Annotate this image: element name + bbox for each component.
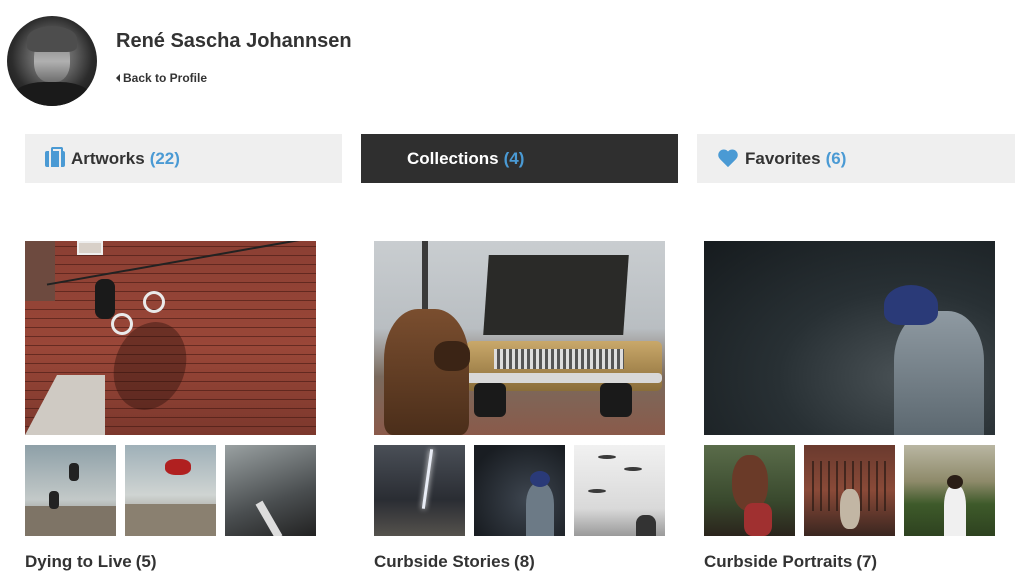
collection-card: Curbside Stories (8) [374, 241, 665, 572]
collection-thumbnail[interactable] [374, 445, 465, 536]
tab-artworks-label: Artworks [71, 148, 145, 168]
collection-title-link[interactable]: Dying to Live (5) [25, 552, 316, 572]
collection-cover-image[interactable] [704, 241, 995, 435]
tab-artworks[interactable]: Artworks (22) [25, 134, 342, 183]
tab-artworks-count: (22) [149, 148, 180, 168]
tab-favorites-label: Favorites [745, 148, 821, 168]
back-to-profile-label: Back to Profile [123, 71, 208, 85]
collection-thumbnail[interactable] [25, 445, 116, 536]
avatar [7, 16, 97, 106]
avatar-beanie [27, 26, 77, 52]
collection-thumbnail[interactable] [474, 445, 565, 536]
caret-left-icon [116, 74, 120, 82]
tab-collections-label: Collections [407, 148, 499, 168]
collection-thumbnails [374, 445, 665, 536]
collection-cover-image[interactable] [374, 241, 665, 435]
collection-title: Curbside Portraits [704, 552, 853, 571]
grid-icon [381, 151, 401, 167]
collection-count: (8) [514, 552, 535, 571]
collection-title-link[interactable]: Curbside Stories (8) [374, 552, 665, 572]
collection-thumbnail[interactable] [225, 445, 316, 536]
heart-icon [717, 150, 739, 168]
collection-title-link[interactable]: Curbside Portraits (7) [704, 552, 995, 572]
tab-favorites-count: (6) [825, 148, 847, 168]
collection-title: Dying to Live [25, 552, 132, 571]
tab-collections-count: (4) [503, 148, 525, 168]
collection-card: Dying to Live (5) [25, 241, 316, 572]
collection-thumbnail[interactable] [574, 445, 665, 536]
collection-thumbnail[interactable] [804, 445, 895, 536]
collection-count: (7) [856, 552, 878, 571]
collection-thumbnails [25, 445, 316, 536]
avatar-shoulders [12, 82, 92, 106]
collection-thumbnails [704, 445, 995, 536]
collection-thumbnail[interactable] [904, 445, 995, 536]
collection-count: (5) [135, 552, 157, 571]
collection-thumbnail[interactable] [125, 445, 216, 536]
tab-favorites[interactable]: Favorites (6) [697, 134, 1015, 183]
briefcase-icon [45, 146, 65, 167]
tab-collections[interactable]: Collections (4) [361, 134, 678, 183]
profile-name: René Sascha Johannsen [116, 30, 352, 52]
collection-title: Curbside Stories [374, 552, 511, 571]
collection-cover-image[interactable] [25, 241, 316, 435]
collection-card: Curbside Portraits (7) [704, 241, 995, 572]
back-to-profile-link[interactable]: Back to Profile [116, 71, 207, 85]
collection-thumbnail[interactable] [704, 445, 795, 536]
